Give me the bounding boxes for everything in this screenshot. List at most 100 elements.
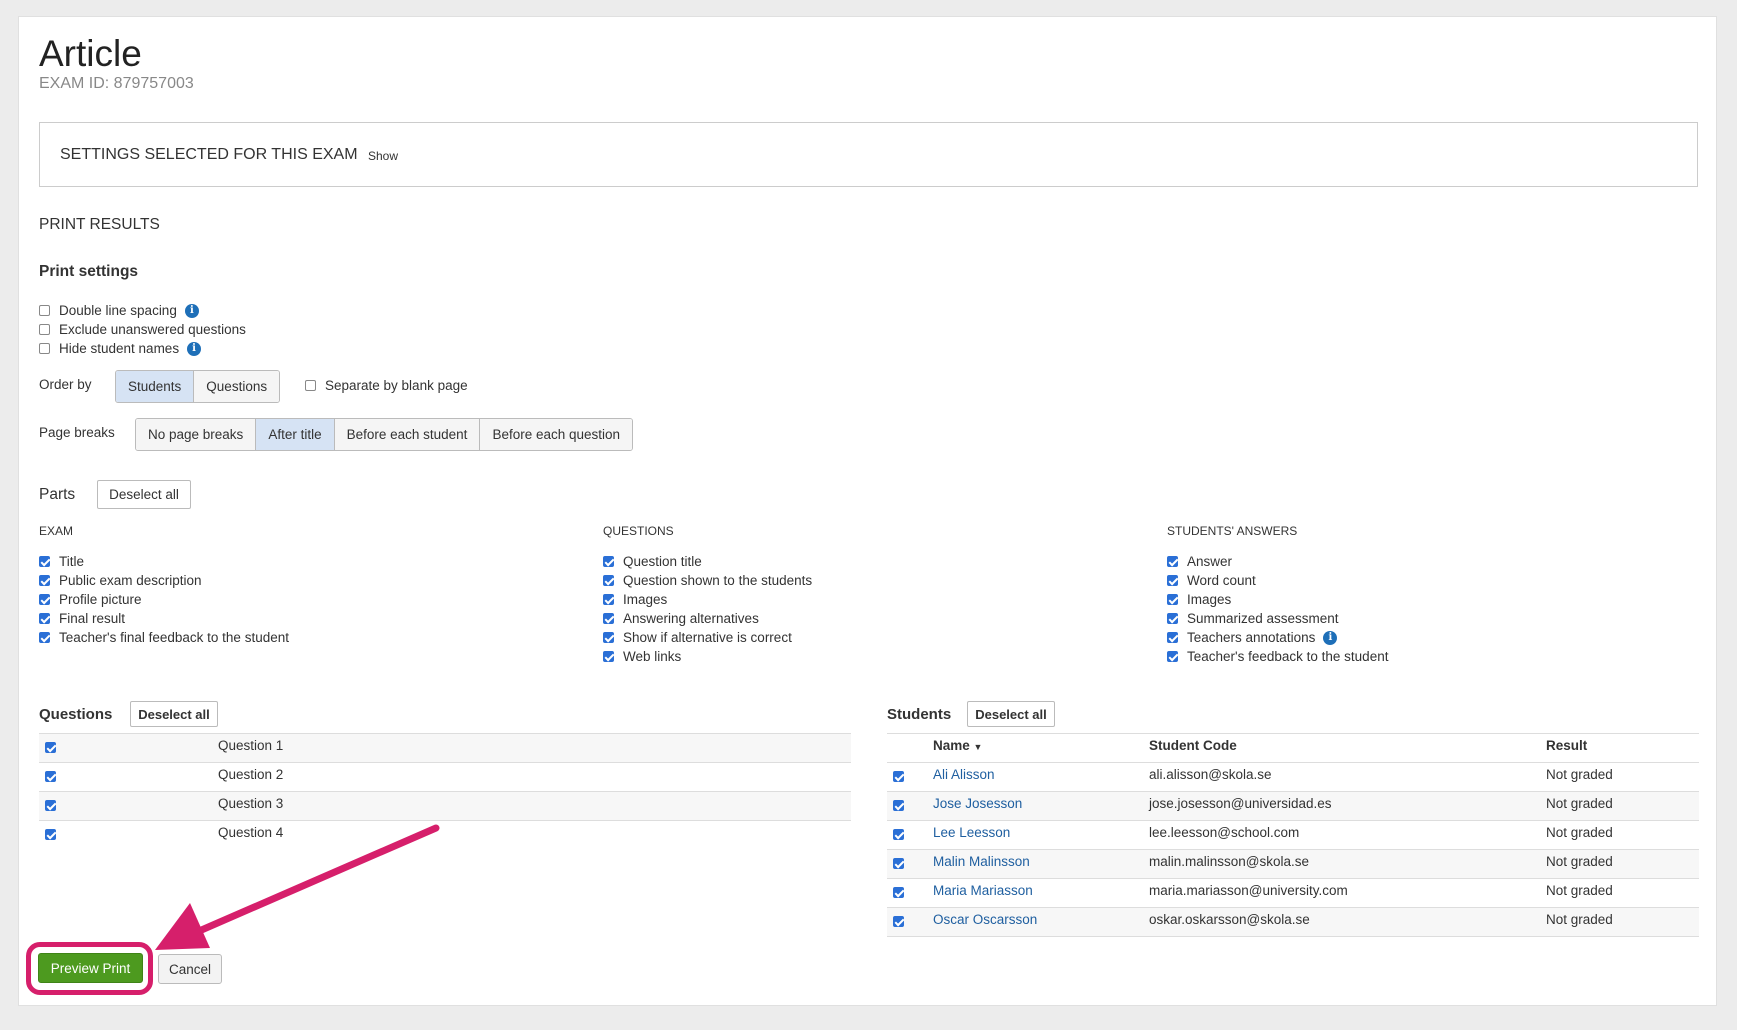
checkbox[interactable] [603, 575, 614, 586]
column-header-name[interactable]: Name ▼ [933, 738, 982, 753]
checkbox[interactable] [39, 305, 50, 316]
option-label: Hide student names [59, 341, 180, 356]
option-double-line-spacing[interactable]: Double line spacing i [39, 303, 199, 318]
order-by-questions[interactable]: Questions [194, 371, 280, 402]
checkbox[interactable] [893, 800, 904, 811]
checkbox[interactable] [45, 829, 56, 840]
checkbox[interactable] [45, 742, 56, 753]
part-summarized-assessment[interactable]: Summarized assessment [1167, 611, 1339, 626]
option-label: Images [623, 592, 668, 607]
part-word-count[interactable]: Word count [1167, 573, 1256, 588]
checkbox[interactable] [1167, 632, 1178, 643]
table-row[interactable] [45, 829, 65, 840]
page-title: Article [39, 33, 142, 74]
settings-panel-title: SETTINGS SELECTED FOR THIS EXAM [60, 146, 358, 163]
checkbox[interactable] [603, 632, 614, 643]
checkbox[interactable] [1167, 594, 1178, 605]
cancel-button[interactable]: Cancel [158, 954, 222, 984]
page-break-after-title[interactable]: After title [256, 419, 335, 450]
checkbox[interactable] [1167, 613, 1178, 624]
checkbox[interactable] [603, 651, 614, 662]
page-breaks-label: Page breaks [39, 425, 115, 440]
checkbox[interactable] [39, 324, 50, 335]
part-question-alternatives[interactable]: Answering alternatives [603, 611, 759, 626]
option-label: Teacher's feedback to the student [1187, 649, 1389, 664]
part-teacher-annotations[interactable]: Teachers annotations i [1167, 630, 1338, 645]
page-break-none[interactable]: No page breaks [136, 419, 257, 450]
info-icon[interactable]: i [184, 303, 199, 318]
students-deselect-all-button[interactable]: Deselect all [967, 701, 1055, 727]
student-name-link[interactable]: Maria Mariasson [933, 883, 1033, 898]
student-name-link[interactable]: Oscar Oscarsson [933, 912, 1037, 927]
option-label: Final result [59, 611, 126, 626]
table-row[interactable] [45, 742, 65, 753]
checkbox[interactable] [603, 594, 614, 605]
checkbox[interactable] [45, 771, 56, 782]
checkbox[interactable] [1167, 575, 1178, 586]
part-question-images[interactable]: Images [603, 592, 667, 607]
checkbox[interactable] [39, 632, 50, 643]
student-name-link[interactable]: Malin Malinsson [933, 854, 1030, 869]
checkbox[interactable] [39, 613, 50, 624]
page-break-each-student[interactable]: Before each student [334, 419, 481, 450]
part-exam-description[interactable]: Public exam description [39, 573, 202, 588]
part-answer[interactable]: Answer [1167, 554, 1232, 569]
part-exam-final-feedback[interactable]: Teacher's final feedback to the student [39, 630, 289, 645]
table-row[interactable] [45, 771, 65, 782]
checkbox[interactable] [39, 343, 50, 354]
student-name-link[interactable]: Lee Leesson [933, 825, 1010, 840]
option-label: Teachers annotations [1187, 630, 1316, 645]
option-separate-blank-page[interactable]: Separate by blank page [305, 378, 468, 393]
checkbox[interactable] [1167, 556, 1178, 567]
option-label: Teacher's final feedback to the student [59, 630, 289, 645]
checkbox[interactable] [893, 887, 904, 898]
part-question-web-links[interactable]: Web links [603, 649, 681, 664]
option-label: Title [59, 554, 85, 569]
checkbox[interactable] [1167, 651, 1178, 662]
student-name-link[interactable]: Ali Alisson [933, 767, 995, 782]
student-name-link[interactable]: Jose Josesson [933, 796, 1022, 811]
option-label: Summarized assessment [1187, 611, 1339, 626]
preview-print-button[interactable]: Preview Print [38, 953, 143, 983]
checkbox[interactable] [893, 771, 904, 782]
checkbox[interactable] [893, 916, 904, 927]
option-exclude-unanswered[interactable]: Exclude unanswered questions [39, 322, 246, 337]
checkbox[interactable] [893, 829, 904, 840]
part-question-correct[interactable]: Show if alternative is correct [603, 630, 792, 645]
checkbox[interactable] [45, 800, 56, 811]
table-row[interactable] [45, 800, 65, 811]
part-question-title[interactable]: Question title [603, 554, 702, 569]
checkbox[interactable] [39, 594, 50, 605]
part-exam-profile-picture[interactable]: Profile picture [39, 592, 142, 607]
part-exam-title[interactable]: Title [39, 554, 84, 569]
table-row[interactable] [893, 858, 913, 869]
parts-deselect-all-button[interactable]: Deselect all [97, 480, 191, 509]
part-answer-images[interactable]: Images [1167, 592, 1231, 607]
checkbox[interactable] [305, 380, 316, 391]
checkbox[interactable] [603, 613, 614, 624]
table-row[interactable] [893, 916, 913, 927]
table-row[interactable] [893, 829, 913, 840]
student-result: Not graded [1546, 854, 1613, 869]
table-row[interactable] [893, 887, 913, 898]
show-settings-link[interactable]: Show [368, 149, 398, 163]
exam-id: EXAM ID: 879757003 [39, 75, 194, 92]
question-name: Question 2 [218, 767, 284, 782]
order-by-label: Order by [39, 377, 92, 392]
checkbox[interactable] [39, 575, 50, 586]
part-question-shown[interactable]: Question shown to the students [603, 573, 812, 588]
checkbox[interactable] [893, 858, 904, 869]
info-icon[interactable]: i [187, 341, 202, 356]
table-row[interactable] [893, 800, 913, 811]
table-row[interactable] [893, 771, 913, 782]
student-code: lee.leesson@school.com [1149, 825, 1300, 840]
questions-deselect-all-button[interactable]: Deselect all [130, 701, 218, 727]
info-icon[interactable]: i [1323, 630, 1338, 645]
checkbox[interactable] [603, 556, 614, 567]
part-exam-final-result[interactable]: Final result [39, 611, 125, 626]
part-teacher-feedback[interactable]: Teacher's feedback to the student [1167, 649, 1388, 664]
option-hide-student-names[interactable]: Hide student names i [39, 341, 202, 356]
order-by-students[interactable]: Students [116, 371, 195, 402]
checkbox[interactable] [39, 556, 50, 567]
page-break-each-question[interactable]: Before each question [480, 419, 633, 450]
